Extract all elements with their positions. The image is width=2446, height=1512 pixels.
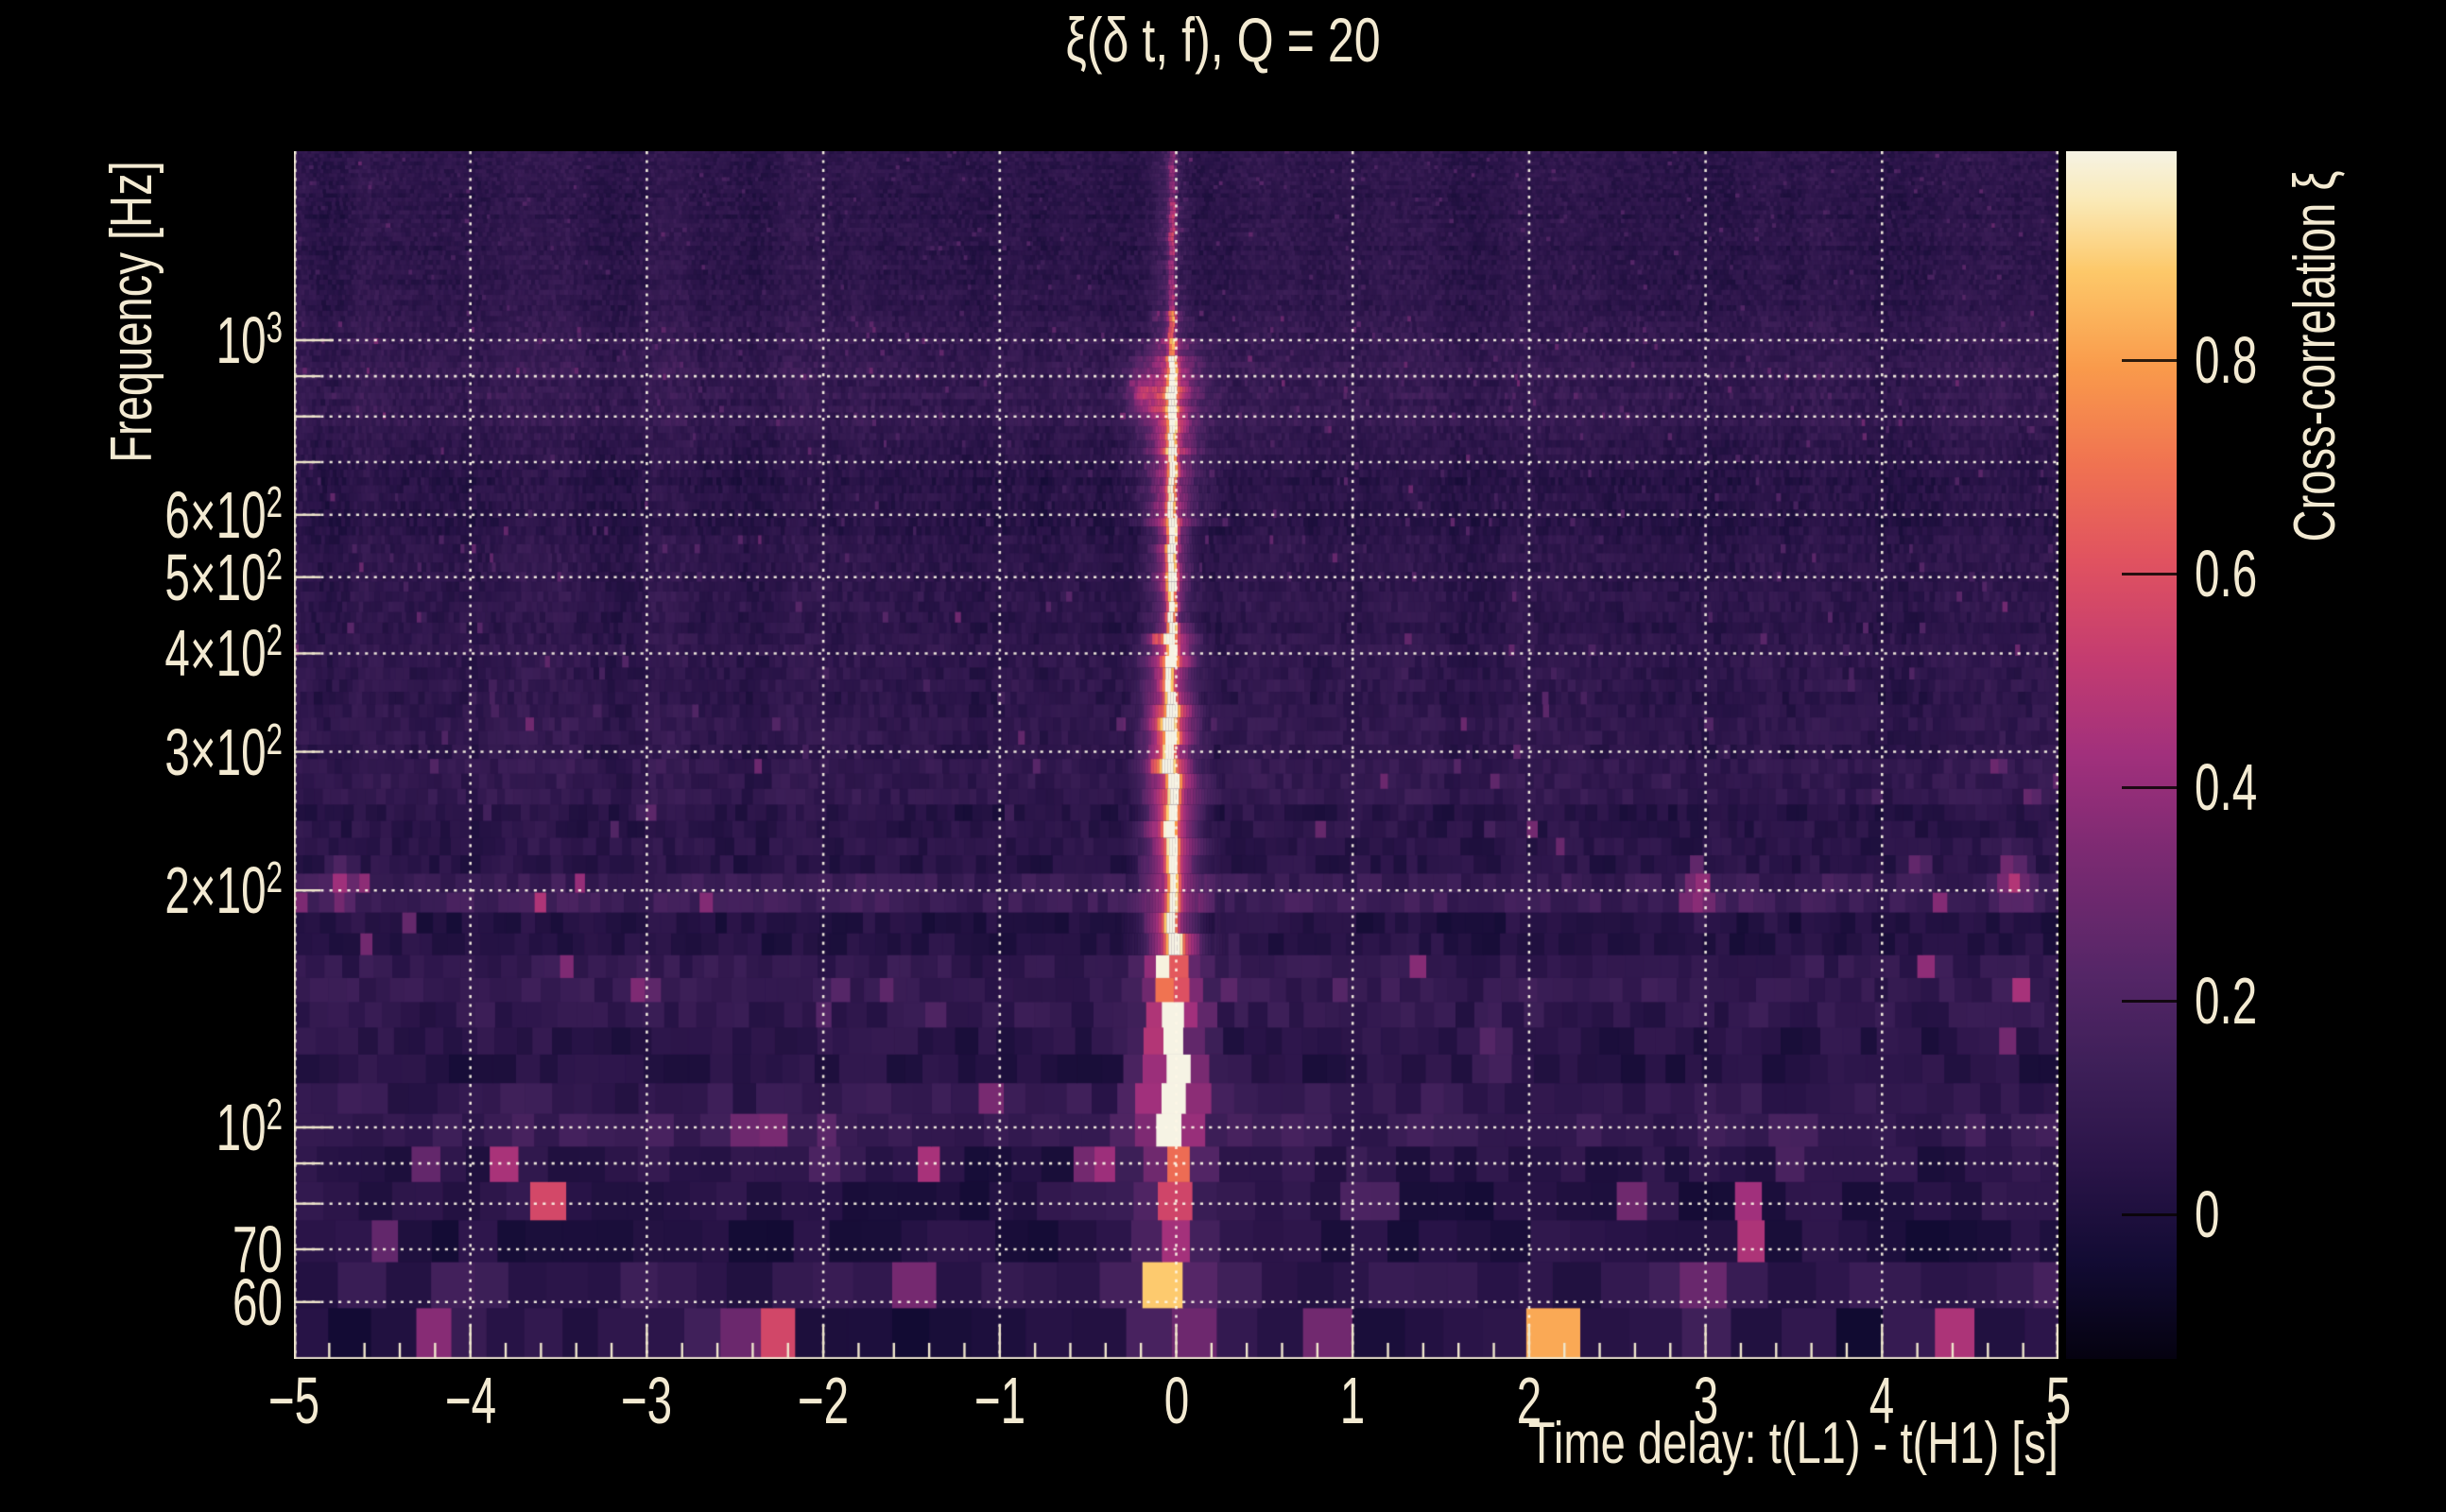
colorbar-tick-label: 0.4 bbox=[2195, 754, 2286, 820]
y-tick-label: 102 bbox=[185, 1094, 283, 1160]
y-tick-label: 2×102 bbox=[110, 857, 283, 923]
y-tick-label: 3×102 bbox=[110, 719, 283, 785]
colorbar-tick-mark bbox=[2122, 1213, 2177, 1216]
x-tick-label: −3 bbox=[609, 1367, 684, 1434]
colorbar bbox=[2066, 151, 2177, 1359]
colorbar-tick-label: 0.6 bbox=[2195, 541, 2286, 607]
colorbar-tick-label: 0.8 bbox=[2195, 327, 2286, 393]
colorbar-tick-label: 0 bbox=[2195, 1181, 2231, 1247]
y-tick-label: 6×102 bbox=[110, 482, 283, 548]
colorbar-tick-mark bbox=[2122, 359, 2177, 362]
colorbar-title-text: Cross-correlation ξ bbox=[2286, 171, 2345, 542]
y-tick-label: 103 bbox=[185, 307, 283, 373]
colorbar-tick-mark bbox=[2122, 786, 2177, 789]
chart-title: ξ(δ t, f), Q = 20 bbox=[1016, 9, 1431, 71]
x-tick-label: 0 bbox=[1158, 1367, 1195, 1434]
x-axis-title: Time delay: t(L1) - t(H1) [s] bbox=[1361, 1415, 2058, 1473]
y-axis-title-text: Frequency [Hz] bbox=[103, 161, 162, 462]
colorbar-title: Cross-correlation ξ bbox=[2286, 112, 2345, 600]
colorbar-tick-mark bbox=[2122, 1000, 2177, 1003]
y-axis-title: Frequency [Hz] bbox=[103, 113, 162, 510]
colorbar-tick-mark bbox=[2122, 573, 2177, 576]
heatmap-plot bbox=[294, 151, 2058, 1359]
colorbar-tick-label: 0.2 bbox=[2195, 968, 2286, 1034]
x-tick-label: −5 bbox=[256, 1367, 332, 1434]
x-tick-label: −2 bbox=[785, 1367, 861, 1434]
x-axis-title-text: Time delay: t(L1) - t(H1) [s] bbox=[1528, 1415, 2058, 1473]
x-tick-label: −4 bbox=[433, 1367, 508, 1434]
chart-title-text: ξ(δ t, f), Q = 20 bbox=[1065, 9, 1380, 71]
y-tick-label: 5×102 bbox=[110, 544, 283, 610]
figure-canvas: ξ(δ t, f), Q = 20 Frequency [Hz] 103 6×10… bbox=[0, 0, 2446, 1512]
x-tick-label: −1 bbox=[962, 1367, 1038, 1434]
y-tick-label: 60 bbox=[209, 1269, 283, 1335]
y-tick-label: 4×102 bbox=[110, 620, 283, 686]
